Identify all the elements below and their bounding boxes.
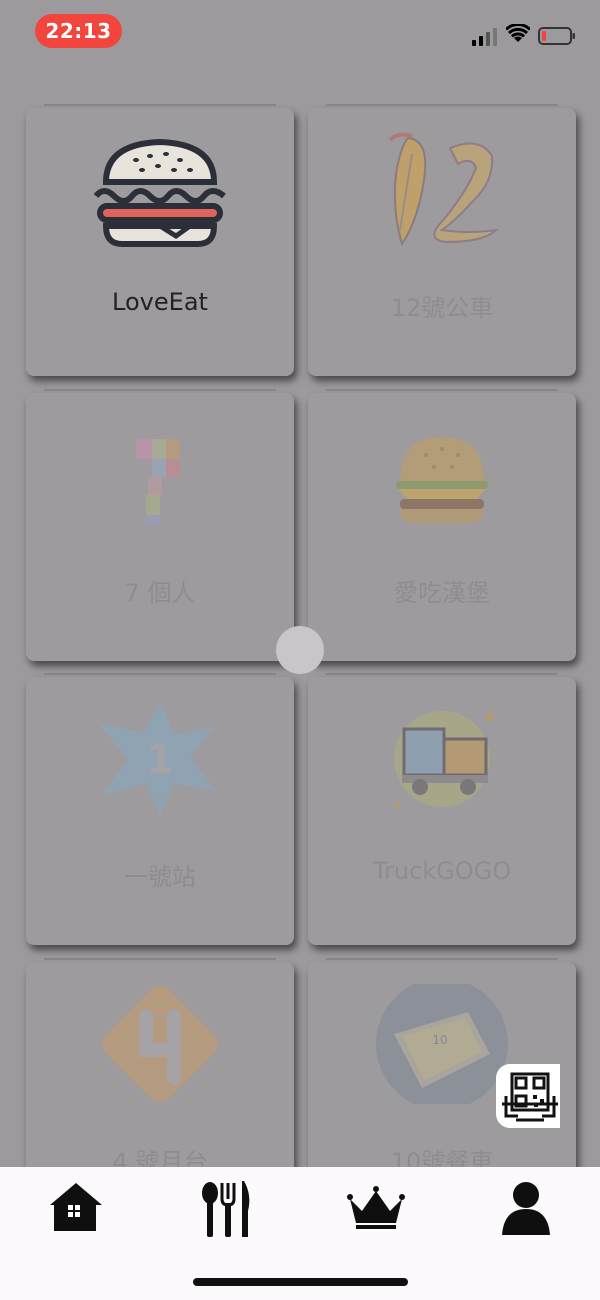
store-name: LoveEat bbox=[112, 288, 208, 316]
crown-icon[interactable] bbox=[346, 1179, 406, 1239]
star-1-icon: 1 bbox=[98, 701, 216, 817]
svg-text:10: 10 bbox=[432, 1033, 447, 1047]
feather-12-icon bbox=[388, 132, 499, 247]
utensils-icon[interactable] bbox=[196, 1179, 256, 1239]
truck-icon bbox=[394, 711, 494, 808]
qr-code-icon bbox=[502, 1072, 558, 1122]
food-photo-icon: 10 bbox=[376, 984, 508, 1104]
assistive-touch-dot[interactable] bbox=[276, 626, 324, 674]
qr-scan-button[interactable] bbox=[496, 1064, 560, 1128]
store-card-12-bus[interactable]: 12號公車 bbox=[308, 104, 576, 376]
home-icon[interactable] bbox=[46, 1179, 106, 1239]
store-name: 7 個人 bbox=[124, 579, 196, 607]
store-name: 12號公車 bbox=[390, 294, 494, 322]
store-name: TruckGOGO bbox=[372, 857, 512, 885]
store-name: 愛吃漢堡 bbox=[394, 579, 490, 607]
store-card-love-burger[interactable]: 愛吃漢堡 bbox=[308, 389, 576, 661]
burger-outline-icon bbox=[93, 138, 226, 247]
store-card-station-1[interactable]: 1 一號站 bbox=[26, 673, 294, 945]
rainbow-7-icon bbox=[136, 439, 180, 525]
burger-icon bbox=[396, 437, 488, 523]
store-name: 一號站 bbox=[124, 863, 196, 891]
svg-text:1: 1 bbox=[146, 737, 174, 783]
profile-icon[interactable] bbox=[496, 1179, 556, 1239]
store-card-loveeat[interactable]: LoveEat bbox=[26, 104, 294, 376]
store-card-truckgogo[interactable]: TruckGOGO bbox=[308, 673, 576, 945]
home-indicator bbox=[193, 1278, 408, 1286]
store-card-7-people[interactable]: 7 個人 bbox=[26, 389, 294, 661]
diamond-4-icon bbox=[102, 986, 218, 1102]
